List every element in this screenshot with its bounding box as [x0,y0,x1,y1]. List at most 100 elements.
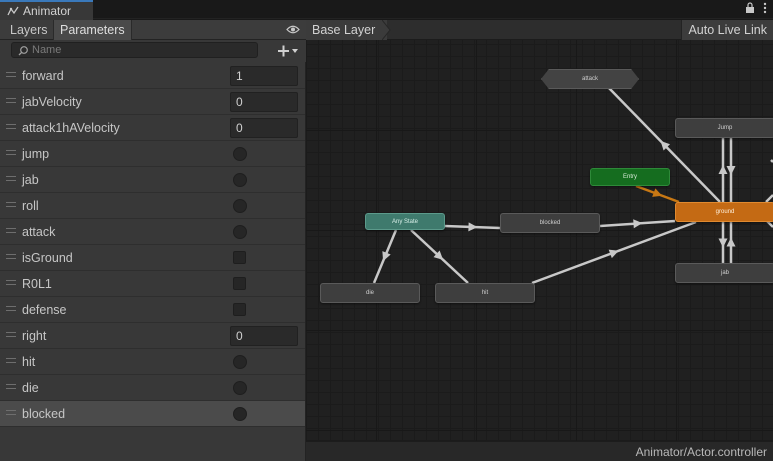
parameter-name: die [22,381,39,395]
trigger-toggle[interactable] [233,173,247,187]
drag-handle-icon[interactable] [6,254,16,260]
parameter-name: jabVelocity [22,95,82,109]
state-entry-label: Entry [622,174,637,180]
breadcrumb-arrow-icon [382,20,391,40]
state-ground[interactable]: ground [675,202,773,222]
trigger-toggle[interactable] [233,407,247,421]
parameter-row[interactable]: die [0,375,305,401]
transition-layer [372,86,773,285]
parameter-row[interactable]: attack [0,219,305,245]
state-jab-label: jab [720,270,729,276]
state-hit-label: hit [481,290,489,296]
state-any-state[interactable]: Any State [365,213,445,230]
parameter-row[interactable]: jab [0,167,305,193]
drag-handle-icon[interactable] [6,332,16,338]
parameter-value-field[interactable]: 1 [230,66,298,86]
parameter-value-field[interactable]: 0 [230,92,298,112]
trigger-toggle[interactable] [233,147,247,161]
animator-tab-label: Animator [23,4,72,18]
transition-anystate-blocked-arrow [468,222,478,232]
drag-handle-icon[interactable] [6,202,16,208]
graph-header: Base Layer Auto Live Link [306,20,773,40]
state-jab[interactable]: jab [675,263,773,283]
state-attack[interactable]: attack [541,69,639,89]
trigger-toggle[interactable] [233,381,247,395]
state-die[interactable]: die [320,283,420,303]
parameter-row[interactable]: attack1hAVelocity 0 [0,115,305,141]
drag-handle-icon[interactable] [6,72,16,78]
transition-entry-ground-arrow [652,188,663,197]
search-icon [18,45,28,55]
parameter-value-field[interactable]: 0 [230,326,298,346]
parameter-name: forward [22,69,64,83]
parameter-name: hit [22,355,36,369]
add-parameter-button[interactable] [276,43,302,59]
bool-checkbox[interactable] [233,251,246,264]
search-row [0,40,306,62]
parameter-name: roll [22,199,39,213]
parameter-row[interactable]: defense [0,297,305,323]
transition-jump-ground-arrow [726,166,736,175]
state-entry[interactable]: Entry [590,168,670,186]
parameter-name: R0L1 [22,277,52,291]
drag-handle-icon[interactable] [6,124,16,130]
lock-icon[interactable] [745,2,755,13]
panel-tab-bar: Layers Parameters [0,20,306,40]
search-input[interactable] [32,44,242,56]
drag-handle-icon[interactable] [6,176,16,182]
parameter-row[interactable]: jump [0,141,305,167]
parameter-row[interactable]: hit [0,349,305,375]
transition-ground-offscreen-up[interactable] [765,194,773,203]
transition-hit-ground-arrow [608,249,619,259]
graph-footer: Animator/Actor.controller [306,441,773,461]
drag-handle-icon[interactable] [6,358,16,364]
transition-blocked-ground-arrow [633,219,643,229]
tab-layers[interactable]: Layers [4,20,54,40]
trigger-toggle[interactable] [233,225,247,239]
parameter-row[interactable]: right 0 [0,323,305,349]
drag-handle-icon[interactable] [6,98,16,104]
animator-window-tab[interactable]: Animator [0,0,93,20]
state-attack-label: attack [581,76,598,82]
trigger-toggle[interactable] [233,199,247,213]
breadcrumb-base-layer[interactable]: Base Layer [306,20,388,40]
state-blocked[interactable]: blocked [500,213,600,233]
drag-handle-icon[interactable] [6,306,16,312]
parameter-row[interactable]: isGround [0,245,305,271]
transition-anystate-die-arrow [382,251,391,262]
window-tab-bar: Animator [0,0,773,20]
trigger-toggle[interactable] [233,355,247,369]
state-jump[interactable]: Jump [675,118,773,138]
state-hit[interactable]: hit [435,283,535,303]
search-field[interactable] [11,42,258,58]
parameter-name: jab [22,173,39,187]
eye-icon[interactable] [286,24,300,35]
drag-handle-icon[interactable] [6,150,16,156]
parameter-row[interactable]: blocked [0,401,305,427]
parameter-row[interactable]: jabVelocity 0 [0,89,305,115]
plus-dropdown-icon [278,45,298,57]
bool-checkbox[interactable] [233,303,246,316]
drag-handle-icon[interactable] [6,384,16,390]
tab-parameters[interactable]: Parameters [53,20,132,40]
auto-live-link-button[interactable]: Auto Live Link [681,20,773,40]
state-ground-label: ground [715,209,735,215]
parameter-name: right [22,329,47,343]
parameter-name: attack [22,225,56,239]
parameter-row[interactable]: roll [0,193,305,219]
state-machine-graph[interactable]: attack Jump Entry ground Any State block… [306,20,773,461]
state-jump-label: Jump [717,125,733,131]
more-menu-icon[interactable] [763,2,767,14]
bool-checkbox[interactable] [233,277,246,290]
parameter-value-field[interactable]: 0 [230,118,298,138]
parameter-row[interactable]: forward 1 [0,63,305,89]
drag-handle-icon[interactable] [6,228,16,234]
drag-handle-icon[interactable] [6,410,16,416]
state-blocked-label: blocked [539,220,561,226]
drag-handle-icon[interactable] [6,280,16,286]
parameter-row[interactable]: R0L1 [0,271,305,297]
transition-ground-jump-arrow [718,165,728,174]
parameter-name: blocked [22,407,66,421]
parameter-name: isGround [22,251,73,265]
parameter-name: attack1hAVelocity [22,121,120,135]
